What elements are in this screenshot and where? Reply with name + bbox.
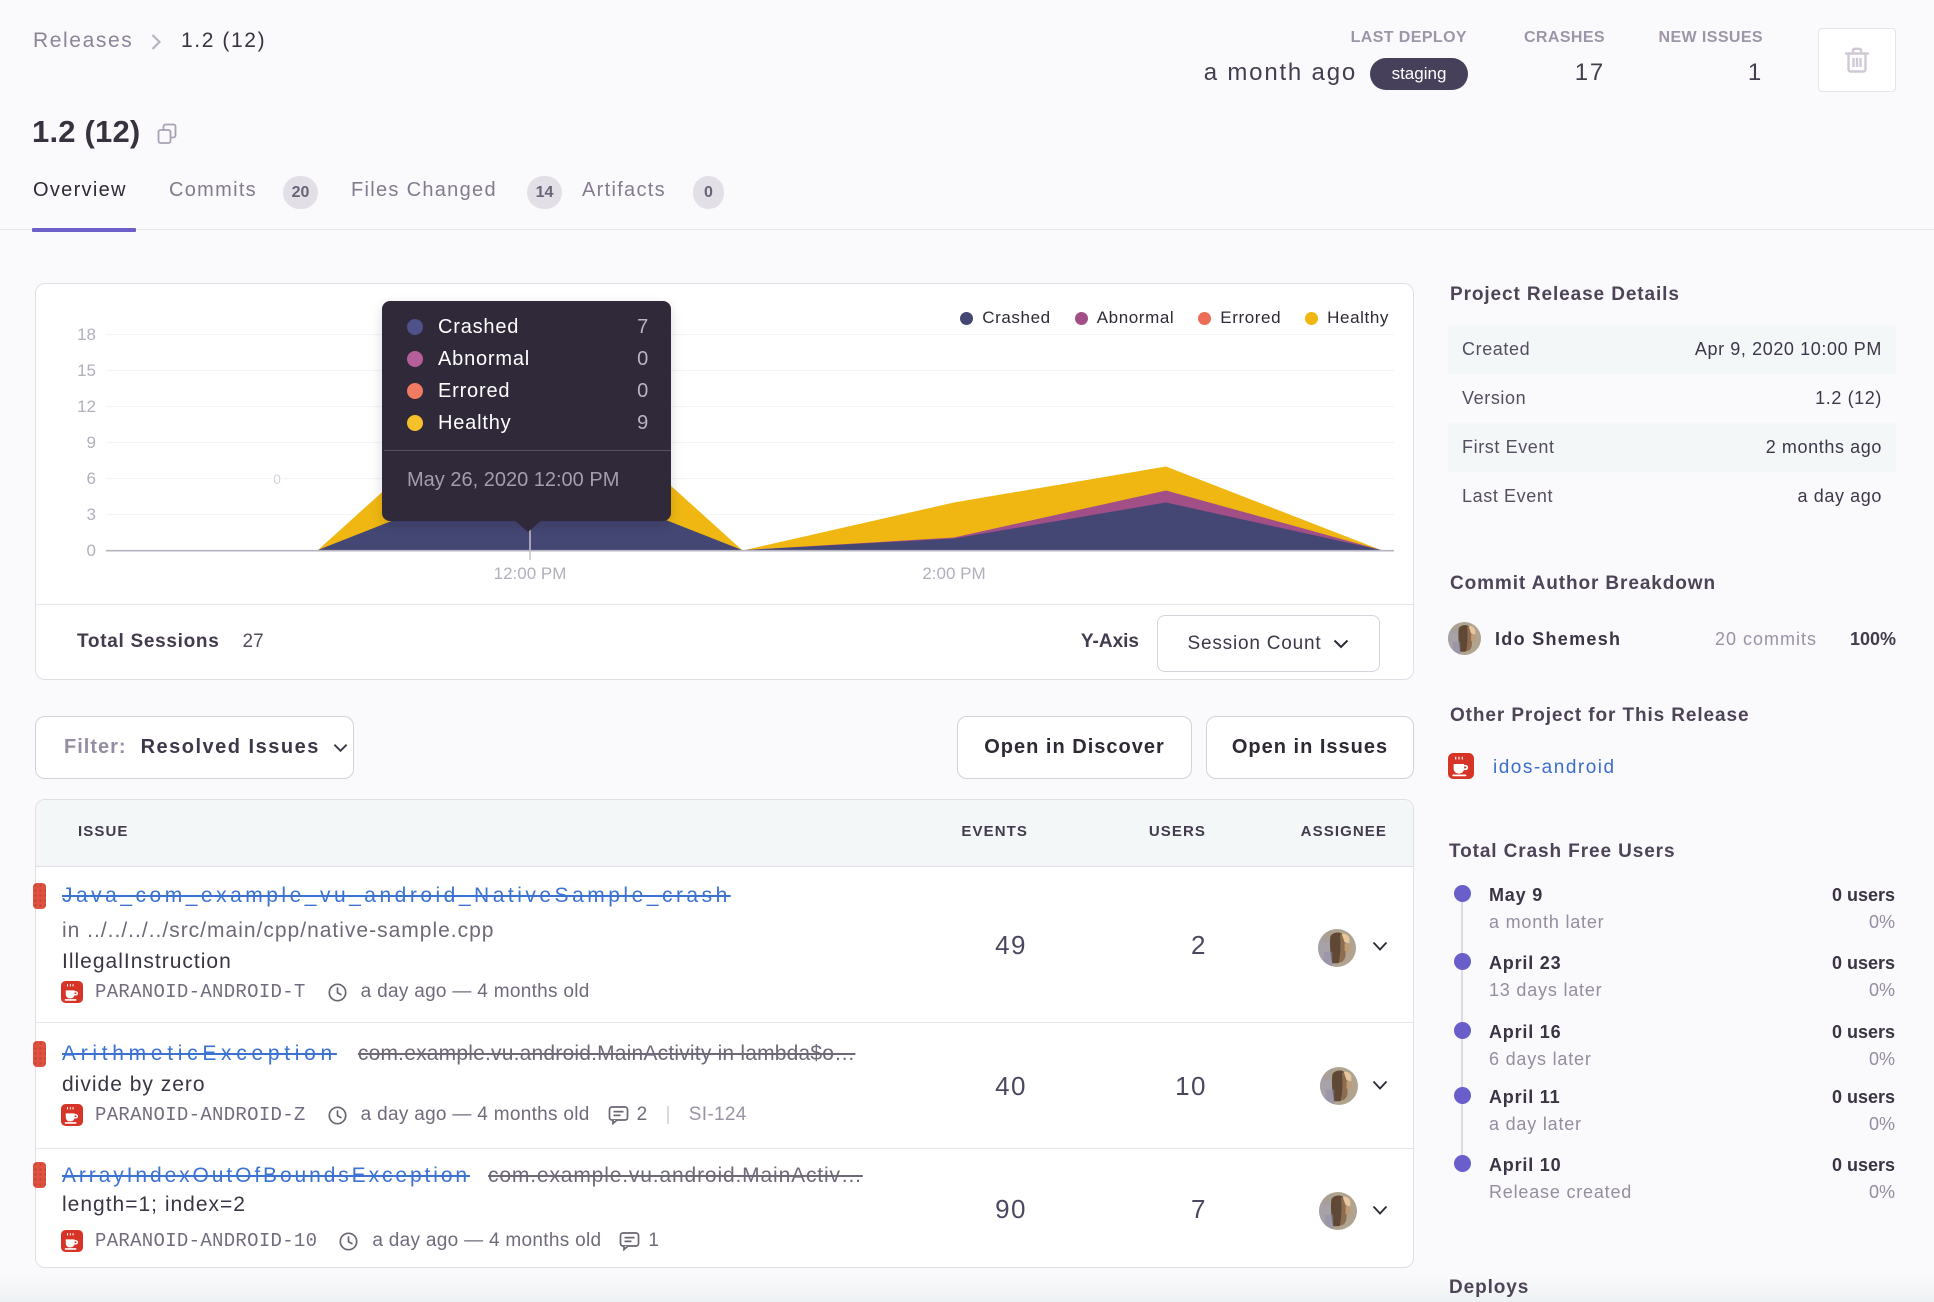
svg-text:0: 0	[87, 541, 96, 560]
svg-text:2:00 PM: 2:00 PM	[922, 564, 985, 583]
svg-text:12:00 PM: 12:00 PM	[494, 564, 567, 583]
svg-text:0: 0	[273, 471, 281, 487]
svg-text:12: 12	[77, 397, 96, 416]
svg-text:18: 18	[77, 325, 96, 344]
svg-text:3: 3	[87, 505, 96, 524]
svg-text:9: 9	[87, 433, 96, 452]
svg-text:6: 6	[87, 469, 96, 488]
svg-text:15: 15	[77, 361, 96, 380]
